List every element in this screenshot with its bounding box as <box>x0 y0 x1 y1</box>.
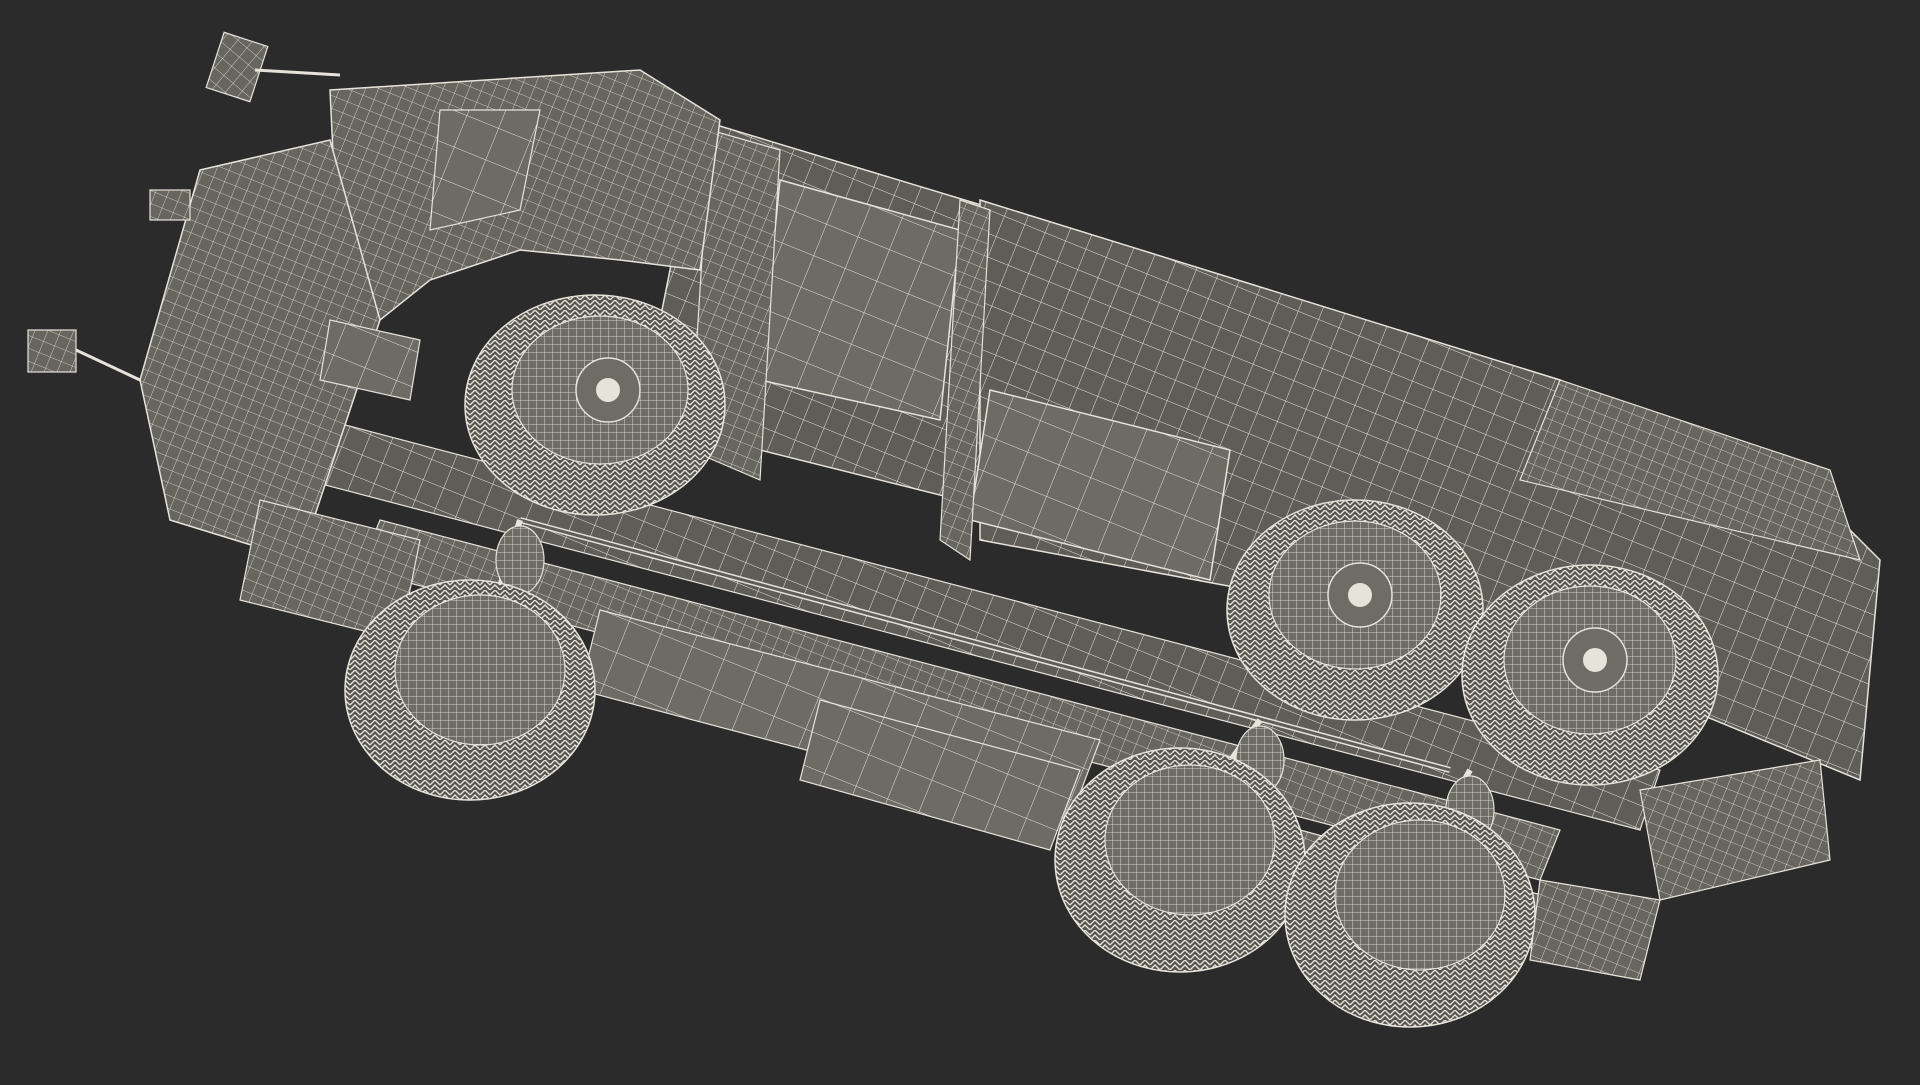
wheel-mid-right <box>1226 499 1484 721</box>
render-viewport <box>0 0 1920 1080</box>
wheel-back-right <box>1461 564 1719 786</box>
wheel-rear-left-front <box>344 579 596 801</box>
wheel-rear-left-mid <box>1054 747 1306 973</box>
wheel-rear-left-back <box>1284 802 1536 1028</box>
truck-wireframe-render <box>27 31 1881 1028</box>
wheel-front-right <box>464 294 726 516</box>
